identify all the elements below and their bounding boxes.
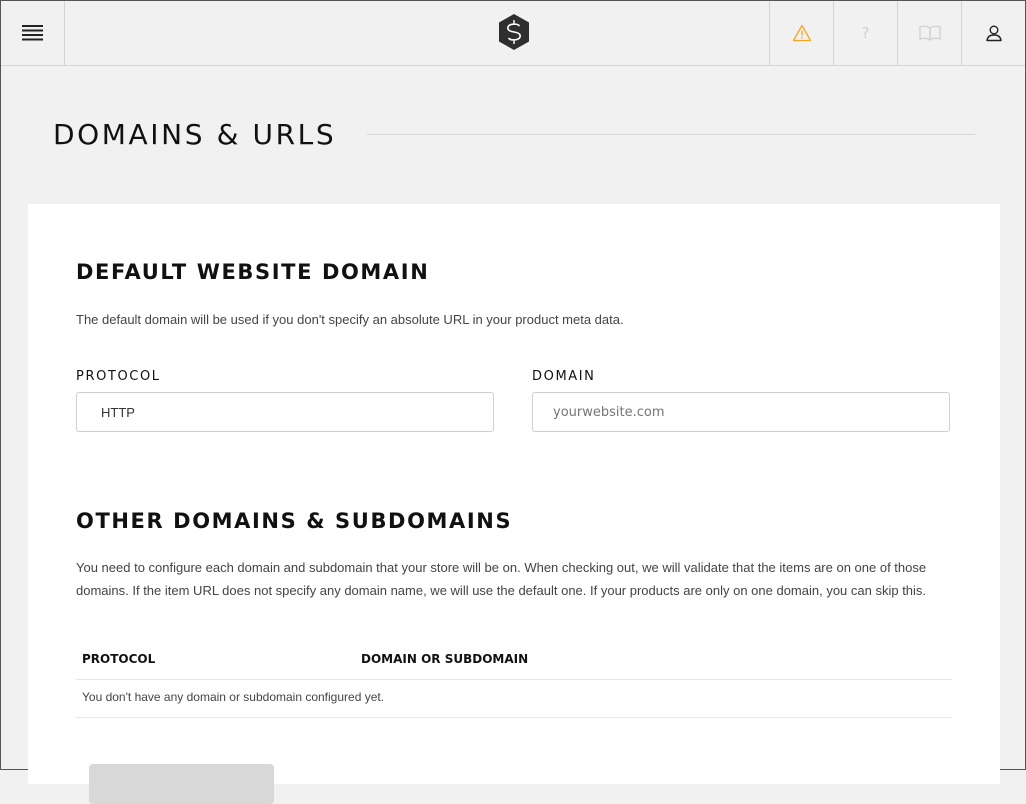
domain-field[interactable] — [532, 392, 950, 432]
title-divider — [367, 134, 975, 135]
documentation-button[interactable] — [897, 1, 961, 65]
user-profile-button[interactable] — [961, 1, 1026, 65]
table-row-divider — [76, 717, 952, 718]
other-domains-title: OTHER DOMAINS & SUBDOMAINS — [76, 509, 513, 533]
add-domain-button[interactable] — [89, 764, 274, 804]
protocol-select-value: HTTP — [101, 404, 135, 420]
protocol-label: PROTOCOL — [76, 369, 161, 384]
top-navigation-bar: ? — [1, 1, 1025, 66]
table-empty-message: You don't have any domain or subdomain c… — [82, 690, 385, 704]
warnings-button[interactable] — [769, 1, 833, 65]
help-button[interactable]: ? — [833, 1, 897, 65]
snipcart-logo-icon[interactable] — [497, 13, 531, 51]
domain-label: DOMAIN — [532, 369, 596, 384]
default-domain-description: The default domain will be used if you d… — [76, 312, 624, 327]
default-domain-title: DEFAULT WEBSITE DOMAIN — [76, 260, 430, 284]
menu-button[interactable] — [1, 1, 65, 65]
table-header-divider — [76, 679, 952, 680]
settings-card: DEFAULT WEBSITE DOMAIN The default domai… — [28, 204, 1000, 804]
user-profile-icon — [986, 25, 1002, 42]
domain-input[interactable] — [533, 403, 935, 421]
page-title: DOMAINS & URLS — [53, 118, 337, 151]
protocol-select[interactable]: HTTP — [76, 392, 494, 432]
question-mark-icon: ? — [861, 24, 870, 42]
column-header-protocol: PROTOCOL — [82, 652, 156, 666]
open-book-icon — [918, 25, 941, 41]
warning-triangle-icon — [792, 24, 811, 42]
hamburger-menu-icon — [21, 25, 43, 41]
other-domains-description-line-1: You need to configure each domain and su… — [76, 560, 927, 575]
other-domains-description-line-2: domains. If the item URL does not specif… — [76, 583, 927, 598]
column-header-domain: DOMAIN OR SUBDOMAIN — [361, 652, 529, 666]
